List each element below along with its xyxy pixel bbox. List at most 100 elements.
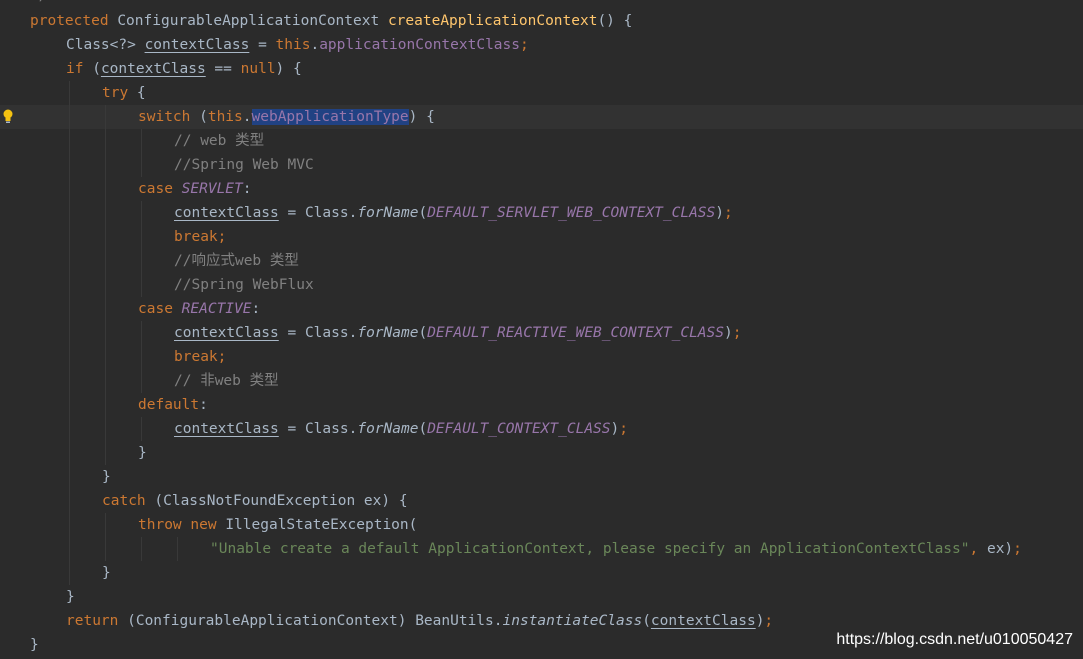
indent-guide: [105, 513, 106, 537]
code-line[interactable]: case SERVLET:: [0, 177, 1083, 201]
code-token: {: [136, 85, 146, 101]
code-line[interactable]: catch (ClassNotFoundException ex) {: [0, 489, 1083, 513]
code-text: if (contextClass == null) {: [66, 57, 302, 81]
indent-guide: [105, 201, 106, 225]
code-line[interactable]: "Unable create a default ApplicationCont…: [0, 537, 1083, 561]
code-line[interactable]: contextClass = Class.forName(DEFAULT_SER…: [0, 201, 1083, 225]
code-line[interactable]: }: [0, 585, 1083, 609]
indent-guide: [105, 321, 106, 345]
code-line[interactable]: if (contextClass == null) {: [0, 57, 1083, 81]
code-line[interactable]: break;: [0, 225, 1083, 249]
code-line[interactable]: try {: [0, 81, 1083, 105]
indent-guide: [69, 273, 70, 297]
code-text: case REACTIVE:: [138, 297, 260, 321]
indent-guide: [69, 153, 70, 177]
code-token: DEFAULT_CONTEXT_CLASS: [427, 421, 611, 437]
indent-guide: [141, 321, 142, 345]
code-token: ;: [619, 421, 628, 437]
code-token: (: [418, 421, 428, 437]
code-token: return: [66, 613, 128, 629]
code-text: // web 类型: [174, 129, 264, 153]
code-token: .: [242, 109, 252, 125]
indent-guide: [105, 393, 106, 417]
code-line[interactable]: protected ConfigurableApplicationContext…: [0, 9, 1083, 33]
code-token: () {: [597, 13, 633, 29]
code-token: break;: [174, 349, 227, 365]
indent-guide: [141, 201, 142, 225]
indent-guide: [69, 249, 70, 273]
code-token: REACTIVE: [181, 301, 252, 317]
code-line[interactable]: }: [0, 465, 1083, 489]
code-token: ): [715, 205, 725, 221]
indent-guide: [69, 321, 70, 345]
code-text: //Spring WebFlux: [174, 273, 314, 297]
code-token: forName: [357, 421, 419, 437]
code-line[interactable]: }: [0, 441, 1083, 465]
code-token: createApplicationContext: [387, 13, 598, 29]
code-text: break;: [174, 225, 226, 249]
code-line[interactable]: contextClass = Class.forName(DEFAULT_REA…: [0, 321, 1083, 345]
watermark-text: https://blog.csdn.net/u010050427: [836, 631, 1073, 648]
code-token: //Spring WebFlux: [174, 277, 314, 293]
current-code-line[interactable]: switch (this.webApplicationType) {: [0, 105, 1083, 129]
indent-guide: [69, 561, 70, 585]
code-token: :: [251, 301, 261, 317]
code-text: "Unable create a default ApplicationCont…: [210, 537, 1022, 561]
indent-guide: [105, 345, 106, 369]
code-editor[interactable]: */ protected ConfigurableApplicationCont…: [0, 0, 1083, 659]
indent-guide: [141, 129, 142, 153]
code-token: contextClass: [100, 61, 206, 77]
indent-guide: [69, 81, 70, 105]
code-token: "Unable create a default ApplicationCont…: [210, 541, 970, 557]
indent-guide: [105, 153, 106, 177]
code-line[interactable]: }: [0, 561, 1083, 585]
code-line[interactable]: break;: [0, 345, 1083, 369]
code-text: }: [102, 465, 111, 489]
code-token: ): [610, 421, 620, 437]
code-token: (: [418, 325, 428, 341]
code-token: ) {: [275, 61, 302, 77]
code-line[interactable]: Class<?> contextClass = this.application…: [0, 33, 1083, 57]
indent-guide: [141, 249, 142, 273]
code-line[interactable]: // 非web 类型: [0, 369, 1083, 393]
code-line[interactable]: //响应式web 类型: [0, 249, 1083, 273]
code-token: ): [724, 325, 733, 341]
code-text: }: [138, 441, 147, 465]
indent-guide: [105, 105, 106, 129]
code-token: catch: [102, 493, 155, 509]
code-token: contextClass: [650, 613, 756, 629]
code-line[interactable]: throw new IllegalStateException(: [0, 513, 1083, 537]
code-text: return (ConfigurableApplicationContext) …: [66, 609, 773, 633]
code-line[interactable]: return (ConfigurableApplicationContext) …: [0, 609, 1083, 633]
indent-guide: [141, 153, 142, 177]
code-line[interactable]: default:: [0, 393, 1083, 417]
comment-fragment: */: [30, 0, 47, 8]
code-text: switch (this.webApplicationType) {: [138, 105, 435, 129]
indent-guide: [69, 177, 70, 201]
indent-guide: [69, 369, 70, 393]
code-token: contextClass: [174, 325, 279, 341]
code-token: null: [240, 61, 276, 77]
code-line[interactable]: case REACTIVE:: [0, 297, 1083, 321]
code-line[interactable]: contextClass = Class.forName(DEFAULT_CON…: [0, 417, 1083, 441]
indent-guide: [105, 537, 106, 561]
code-token: ;: [764, 613, 774, 629]
code-line[interactable]: // web 类型: [0, 129, 1083, 153]
indent-guide: [141, 345, 142, 369]
code-token: ;: [520, 37, 529, 53]
code-token: SERVLET: [181, 181, 243, 197]
code-token: //响应式web 类型: [174, 253, 299, 269]
indent-guide: [69, 393, 70, 417]
code-line[interactable]: //Spring Web MVC: [0, 153, 1083, 177]
code-text: catch (ClassNotFoundException ex) {: [102, 489, 408, 513]
lightbulb-icon[interactable]: [2, 109, 14, 125]
code-text: contextClass = Class.forName(DEFAULT_SER…: [174, 201, 733, 225]
indent-guide: [105, 417, 106, 441]
indent-guide: [105, 273, 106, 297]
code-token: }: [30, 637, 39, 653]
indent-guide: [105, 369, 106, 393]
code-text: default:: [138, 393, 208, 417]
code-token: this: [207, 109, 243, 125]
code-line[interactable]: //Spring WebFlux: [0, 273, 1083, 297]
code-token: ==: [205, 61, 241, 77]
